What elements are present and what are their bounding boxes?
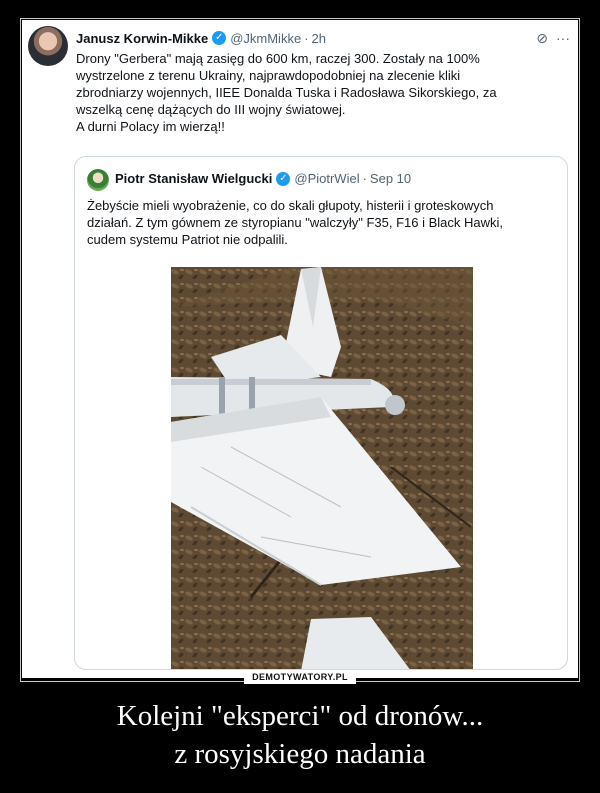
quoted-line: Żebyście mieli wyobrażenie, co do skali … <box>87 198 494 213</box>
slash-circle-icon[interactable]: ⊘ <box>536 30 548 47</box>
quoted-tweet[interactable]: Piotr Stanisław Wielgucki ✓ @PiotrWiel ·… <box>74 156 568 670</box>
tweet-line: Drony "Gerbera" mają zasięg do 600 km, r… <box>76 51 480 66</box>
quoted-header: Piotr Stanisław Wielgucki ✓ @PiotrWiel ·… <box>115 171 557 186</box>
tweet-line: wszelką cenę dążących do III wojny świat… <box>76 102 346 117</box>
author-name[interactable]: Janusz Korwin-Mikke <box>76 31 208 46</box>
quoted-line: cudem systemu Patriot nie odpalili. <box>87 232 288 247</box>
separator: · <box>304 30 309 46</box>
drone-illustration <box>171 267 473 669</box>
watermark: DEMOTYWATORY.PL <box>244 670 356 684</box>
quoted-author-avatar[interactable] <box>87 169 109 191</box>
quoted-text: Żebyście mieli wyobrażenie, co do skali … <box>87 197 557 248</box>
tweet-card[interactable]: Janusz Korwin-Mikke ✓ @JkmMikke · 2h ⊘ ·… <box>22 20 578 678</box>
quoted-time[interactable]: Sep 10 <box>370 171 411 186</box>
verified-badge-icon: ✓ <box>212 31 227 45</box>
tweet-time[interactable]: 2h <box>312 31 326 46</box>
caption-line-2: z rosyjskiego nadania <box>174 738 426 770</box>
tweet-text: Drony "Gerbera" mają zasięg do 600 km, r… <box>76 50 566 135</box>
author-avatar[interactable] <box>28 26 68 66</box>
tweet-line: A durni Polacy im wierzą!! <box>76 119 225 134</box>
tweet-line: zbrodniarzy wojennych, IIEE Donalda Tusk… <box>76 85 497 100</box>
author-handle[interactable]: @JkmMikke <box>230 31 301 46</box>
quoted-author-handle[interactable]: @PiotrWiel <box>294 171 359 186</box>
separator: · <box>362 171 367 186</box>
caption-line-1: Kolejni "eksperci" od dronów... <box>116 700 484 732</box>
verified-badge-icon: ✓ <box>276 171 291 186</box>
quoted-line: działań. Z tym gównem ze styropianu "wal… <box>87 215 503 230</box>
more-icon[interactable]: ··· <box>556 30 570 47</box>
drone-photo[interactable] <box>171 267 473 669</box>
quoted-author-name[interactable]: Piotr Stanisław Wielgucki <box>115 171 272 186</box>
tweet-header: Janusz Korwin-Mikke ✓ @JkmMikke · 2h ⊘ ·… <box>76 28 570 48</box>
tweet-line: wystrzelone z terenu Ukrainy, najprawdop… <box>76 68 461 83</box>
